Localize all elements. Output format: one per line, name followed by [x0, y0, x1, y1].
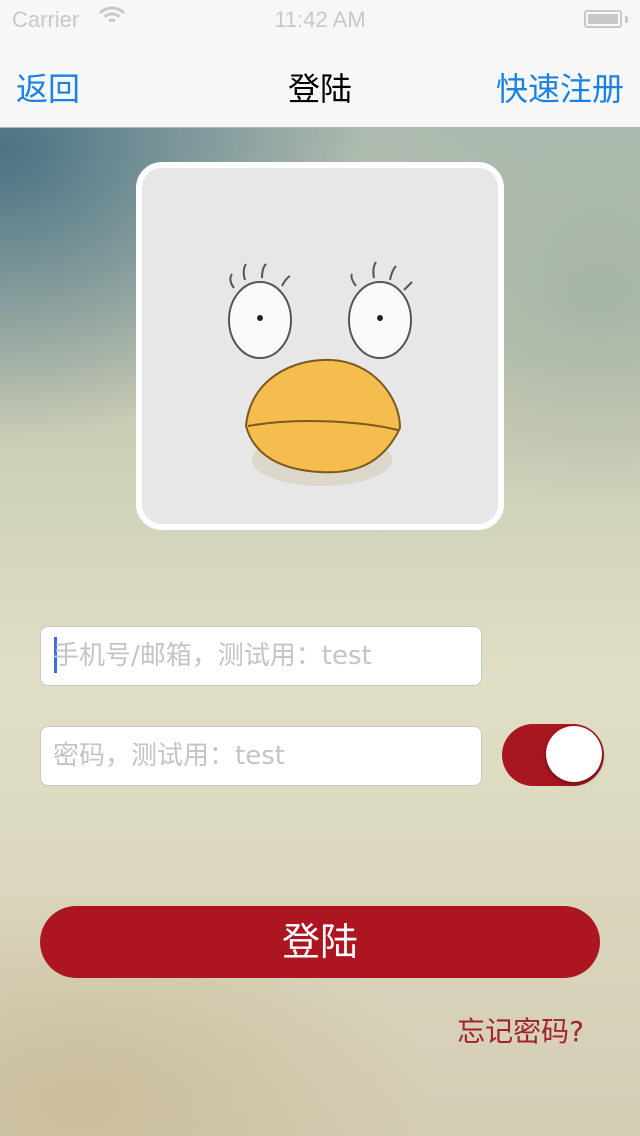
account-field[interactable] — [40, 626, 482, 686]
account-input[interactable] — [53, 627, 469, 685]
remember-password-toggle[interactable] — [502, 724, 604, 786]
duck-face-avatar-icon — [142, 168, 498, 524]
avatar — [136, 162, 504, 530]
status-bar: Carrier 11:42 AM — [0, 0, 640, 40]
toggle-knob — [546, 726, 602, 782]
clock-time: 11:42 AM — [274, 7, 366, 32]
login-button[interactable]: 登陆 — [40, 906, 600, 978]
password-field[interactable] — [40, 726, 482, 786]
quick-register-button[interactable]: 快速注册 — [496, 64, 624, 110]
forgot-password-link[interactable]: 忘记密码? — [457, 1010, 584, 1050]
password-input[interactable] — [53, 727, 469, 785]
battery-icon — [584, 10, 628, 30]
